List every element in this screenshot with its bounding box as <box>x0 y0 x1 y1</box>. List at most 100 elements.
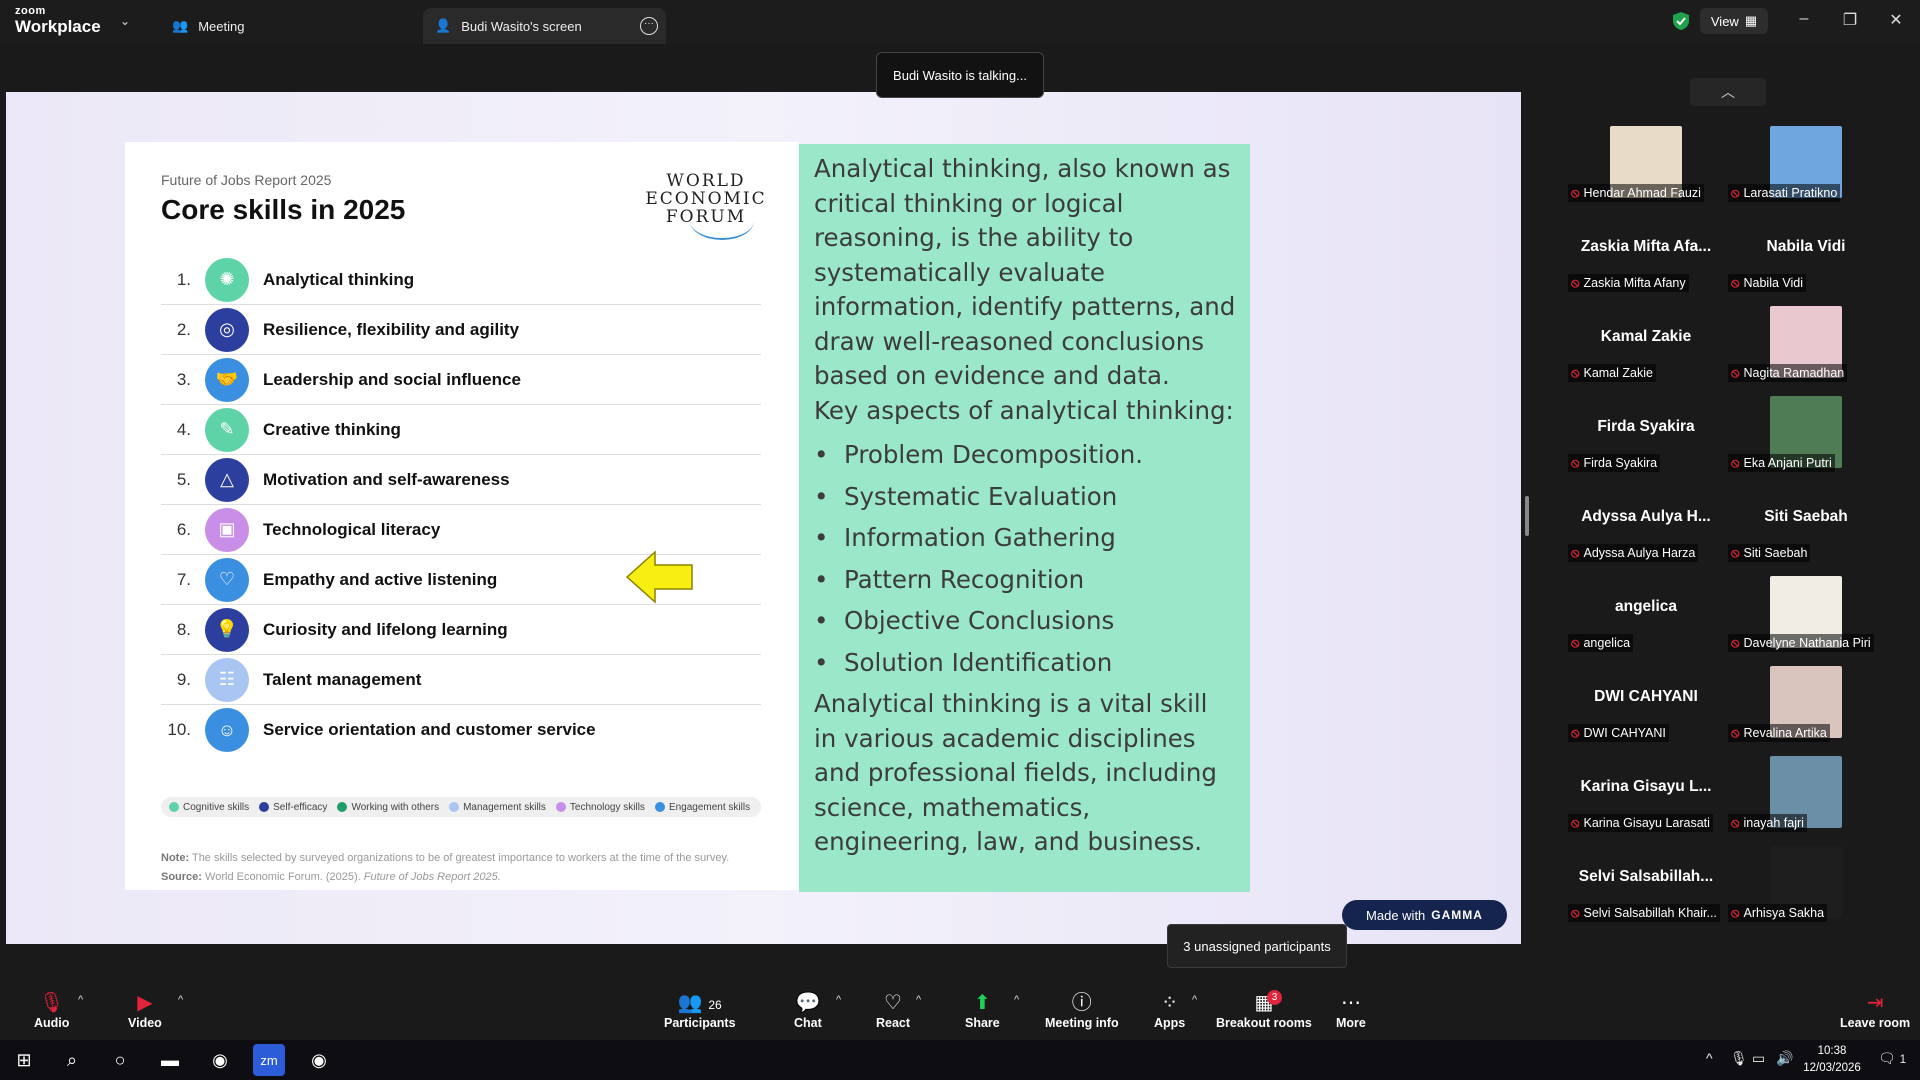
participant-caption: ⦸ Karina Gisayu Larasati <box>1568 814 1713 832</box>
leave-label: Leave room <box>1840 1016 1911 1030</box>
tab-meeting[interactable]: 👥 Meeting <box>160 8 256 44</box>
network-icon[interactable]: ▭ <box>1752 1050 1765 1067</box>
participant-tile[interactable]: Kamal Zakie ⦸ Kamal Zakie <box>1566 296 1726 384</box>
legend-label: Management skills <box>463 801 546 813</box>
react-label: React <box>876 1016 911 1030</box>
participant-tile[interactable]: ⦸ Arhisya Sakha <box>1726 836 1886 924</box>
participant-tile[interactable]: ⦸ Revalina Artika <box>1726 656 1886 744</box>
more-button[interactable]: ⋯ More <box>1336 990 1366 1036</box>
meeting-info-button[interactable]: ⓘ Meeting info <box>1045 990 1119 1036</box>
volume-icon[interactable]: 🔊 <box>1776 1050 1793 1067</box>
skill-number: 1. <box>176 269 191 289</box>
video-button[interactable]: ▶ Video <box>128 990 162 1036</box>
skill-label: Technological literacy <box>263 519 441 539</box>
participants-icon: 👥 26 <box>677 992 722 1014</box>
title-bar: zoom Workplace ⌄ 👥 Meeting 👤 Budi Wasito… <box>0 0 1920 44</box>
chrome-active-icon[interactable]: ◉ <box>303 1044 335 1076</box>
target-icon: ◎ <box>205 307 249 352</box>
zoom-brand[interactable]: zoom Workplace <box>15 6 101 36</box>
participant-tile[interactable]: angelica ⦸ angelica <box>1566 566 1726 654</box>
skill-number: 9. <box>176 669 191 689</box>
muted-mic-icon: ⦸ <box>1571 815 1580 830</box>
skill-row: 9. ☷ Talent management <box>161 655 761 705</box>
chevron-up-icon[interactable]: ^ <box>1014 994 1019 1006</box>
close-icon[interactable]: ✕ <box>1886 10 1906 30</box>
participant-name-display: Siti Saebah <box>1764 508 1848 525</box>
participant-name-display: angelica <box>1614 598 1678 615</box>
participants-button[interactable]: 👥 26 Participants <box>664 990 736 1036</box>
zoom-app-icon[interactable]: zm <box>253 1044 285 1076</box>
legend-label: Engagement skills <box>668 801 751 813</box>
legend-dot <box>259 802 270 812</box>
participant-name-display: DWI CAHYANI <box>1594 688 1698 705</box>
chevron-up-icon[interactable]: ^ <box>78 994 83 1006</box>
file-explorer-icon[interactable]: ▬ <box>154 1044 186 1076</box>
windows-start-icon[interactable]: ⊞ <box>8 1044 40 1076</box>
leave-room-button[interactable]: ⇥ Leave room <box>1840 990 1910 1036</box>
intro-paragraph: Analytical thinking, also known as criti… <box>814 154 1236 390</box>
participant-name: Firda Syakira <box>1583 456 1658 470</box>
participant-caption: ⦸ Adyssa Aulya Harza <box>1568 544 1699 562</box>
skill-number: 6. <box>176 519 191 539</box>
participant-tile[interactable]: Karina Gisayu L... ⦸ Karina Gisayu Larasat… <box>1566 746 1726 834</box>
participant-name-display: Karina Gisayu L... <box>1580 778 1712 795</box>
more-options-icon[interactable]: ··· <box>640 17 658 35</box>
participant-name: Selvi Salsabillah Khair... <box>1583 906 1717 920</box>
system-clock[interactable]: 10:38 12/03/2026 <box>1800 1043 1864 1077</box>
audio-button[interactable]: 🎙 Audio <box>34 990 69 1036</box>
react-button[interactable]: ♡ React <box>876 990 910 1036</box>
participant-tile[interactable]: Zaskia Mifta Afa... ⦸ Zaskia Mifta Afany <box>1566 206 1726 294</box>
participant-tile[interactable]: ⦸ Hendar Ahmad Fauzi <box>1566 116 1726 204</box>
wef-logo-arc <box>690 202 754 240</box>
participant-tile[interactable]: DWI CAHYANI ⦸ DWI CAHYANI <box>1566 656 1726 744</box>
participant-tile[interactable]: Firda Syakira ⦸ Firda Syakira <box>1566 386 1726 474</box>
chevron-down-icon[interactable]: ⌄ <box>120 14 130 28</box>
apps-button[interactable]: ⁘ Apps <box>1154 990 1185 1036</box>
muted-mic-icon: ⦸ <box>1731 365 1740 380</box>
participant-tile[interactable]: Adyssa Aulya H... ⦸ Adyssa Aulya Harza <box>1566 476 1726 564</box>
share-button[interactable]: ⬆ Share <box>965 990 1000 1036</box>
muted-mic-icon: ⦸ <box>1731 545 1740 560</box>
participant-tile[interactable]: ⦸ inayah fajri <box>1726 746 1886 834</box>
encryption-shield-icon[interactable] <box>1672 11 1690 31</box>
notification-icon[interactable]: 🗨 1 <box>1878 1050 1906 1067</box>
microphone-icon[interactable]: 🎙 <box>1730 1050 1748 1067</box>
chevron-up-icon[interactable]: ^ <box>1192 994 1197 1006</box>
breakout-rooms-button[interactable]: ▦ Breakout rooms <box>1216 990 1312 1036</box>
muted-mic-icon: ⦸ <box>1731 275 1740 290</box>
muted-mic-icon: ⦸ <box>1571 905 1580 920</box>
chevron-up-icon[interactable]: ^ <box>836 994 841 1006</box>
participant-tile[interactable]: Selvi Salsabillah... ⦸ Selvi Salsabillah K… <box>1566 836 1726 924</box>
video-label: Video <box>128 1016 162 1030</box>
view-button[interactable]: View ▦ <box>1700 8 1768 34</box>
yellow-arrow-icon <box>625 550 693 604</box>
minimize-icon[interactable]: – <box>1794 10 1814 28</box>
chevron-up-icon[interactable]: ^ <box>178 994 183 1006</box>
restore-icon[interactable]: ❐ <box>1840 10 1860 30</box>
made-with-gamma-badge[interactable]: Made with GAMMA <box>1342 900 1507 930</box>
breakout-badge: 3 <box>1267 990 1282 1005</box>
participant-tile[interactable]: ⦸ Davelyne Nathania Piri <box>1726 566 1886 654</box>
source-label: Source: <box>161 871 202 883</box>
chat-button[interactable]: 💬 Chat <box>794 990 822 1036</box>
participant-tile[interactable]: Siti Saebah ⦸ Siti Saebah <box>1726 476 1886 564</box>
participant-caption: ⦸ Selvi Salsabillah Khair... <box>1568 904 1720 922</box>
participant-tile[interactable]: ⦸ Eka Anjani Putri <box>1726 386 1886 474</box>
participant-tile[interactable]: ⦸ Larasati Pratikno <box>1726 116 1886 204</box>
participant-name: inayah fajri <box>1743 816 1804 830</box>
chevron-up-icon[interactable]: ^ <box>916 994 921 1006</box>
chevron-up-icon[interactable]: ︿ <box>1690 78 1766 106</box>
shared-screen: Future of Jobs Report 2025 Core skills i… <box>6 92 1521 944</box>
participants-label: Participants <box>664 1016 736 1030</box>
task-view-icon[interactable]: ○ <box>104 1044 136 1076</box>
participant-tile[interactable]: Nabila Vidi ⦸ Nabila Vidi <box>1726 206 1886 294</box>
participant-name: Hendar Ahmad Fauzi <box>1583 186 1701 200</box>
participant-tile[interactable]: ⦸ Nagita Ramadhan <box>1726 296 1886 384</box>
chrome-icon[interactable]: ◉ <box>204 1044 236 1076</box>
gallery-resize-handle[interactable] <box>1525 496 1529 536</box>
skill-number: 5. <box>176 469 191 489</box>
search-icon[interactable]: ⌕ <box>56 1044 88 1076</box>
tray-chevron-icon[interactable]: ^ <box>1706 1050 1713 1066</box>
tab-shared-screen[interactable]: 👤 Budi Wasito's screen ··· <box>423 8 666 44</box>
legend-label: Cognitive skills <box>183 801 250 813</box>
